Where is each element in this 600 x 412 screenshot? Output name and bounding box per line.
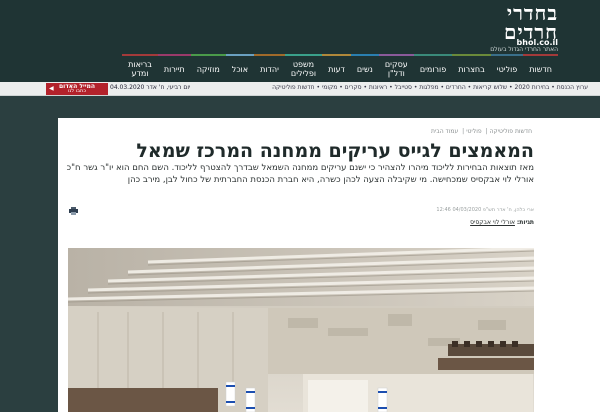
main-nav: חדשות פוליטי בחצרות פורומים עסקים ודל"ן … [122,54,558,82]
nav-item-label: בחצרות [458,64,485,74]
nav-item-courts[interactable]: בחצרות [452,54,491,82]
nav-item-label: בריאות ומדע [128,60,152,78]
red-mail-button[interactable]: ◀ המייל האדום כתבו לנו [46,83,108,95]
nav-item-label: פורומים [419,64,447,74]
article-photo [68,248,534,412]
nav-item-health[interactable]: בריאות ומדע [122,54,158,82]
article-meta: ארי כלהן, ח' אדר תש"פ 04/03/2020 12:46 [436,207,534,213]
nav-item-label: פוליטי [496,64,518,74]
nav-item-women[interactable]: נשים [350,54,379,82]
nav-item-opinions[interactable]: דעות [322,54,351,82]
knesset-hall-image [68,248,534,412]
current-date: יום רביעי, ח' אדר 04.03.2020 [110,84,191,91]
ticker-links[interactable]: ערוץ הכנסת • בחירות 2020 • שלוש קריאות •… [272,84,588,91]
breadcrumb-item[interactable]: עמוד הבית [431,128,458,135]
nav-item-music[interactable]: מוזיקה [190,54,226,82]
breadcrumb: חדשות פוליטיקה| פוליטי| עמוד הבית [430,128,532,135]
nav-item-politics[interactable]: פוליטי [490,54,524,82]
nav-item-law[interactable]: משפט ופלילים [284,54,323,82]
article-tags: תגיות: אורלי לוי אבקסיס [470,219,534,226]
nav-item-label: תיירות [163,64,185,74]
nav-item-label: נשים [356,64,373,74]
breadcrumb-item[interactable]: פוליטי [466,128,481,135]
ticker-bar: ערוץ הכנסת • בחירות 2020 • שלוש קריאות •… [0,82,600,96]
nav-item-label: עסקים ודל"ן [384,60,408,78]
article-headline: המאמצים לגייס עריקים ממחנה המרכז שמאל [136,140,534,162]
breadcrumb-item[interactable]: חדשות פוליטיקה [490,128,532,135]
nav-item-business[interactable]: עסקים ודל"ן [378,54,414,82]
nav-item-label: חדשות [529,64,552,74]
site-header: בחדרי חרדים bhol.co.il האתר החרדי הגדול … [0,0,600,82]
tags-label: תגיות: [516,219,534,226]
tag-link[interactable]: אורלי לוי אבקסיס [470,219,515,226]
nav-item-tourism[interactable]: תיירות [157,54,191,82]
nav-item-label: מוזיקה [196,64,220,74]
nav-item-label: משפט ופלילים [290,60,317,78]
arrow-left-icon: ◀ [49,85,54,92]
nav-item-forums[interactable]: פורומים [413,54,453,82]
nav-item-judaism[interactable]: יהדות [254,54,285,82]
nav-item-news[interactable]: חדשות [523,54,558,82]
nav-item-food[interactable]: אוכל [225,54,255,82]
red-mail-sublabel: כתבו לנו [68,88,86,94]
print-icon[interactable] [69,207,78,215]
nav-item-label: אוכל [231,64,249,74]
logo-tagline: האתר החרדי הגדול בעולם [490,46,558,53]
article-card: חדשות פוליטיקה| פוליטי| עמוד הבית המאמצי… [58,118,600,412]
article-lead: מאז תוצאות הבחירות לליכוד מיהרו להצהיר כ… [66,163,534,185]
site-logo[interactable]: בחדרי חרדים bhol.co.il האתר החרדי הגדול … [428,3,558,53]
nav-item-label: יהדות [260,64,279,74]
nav-item-label: דעות [328,64,345,74]
